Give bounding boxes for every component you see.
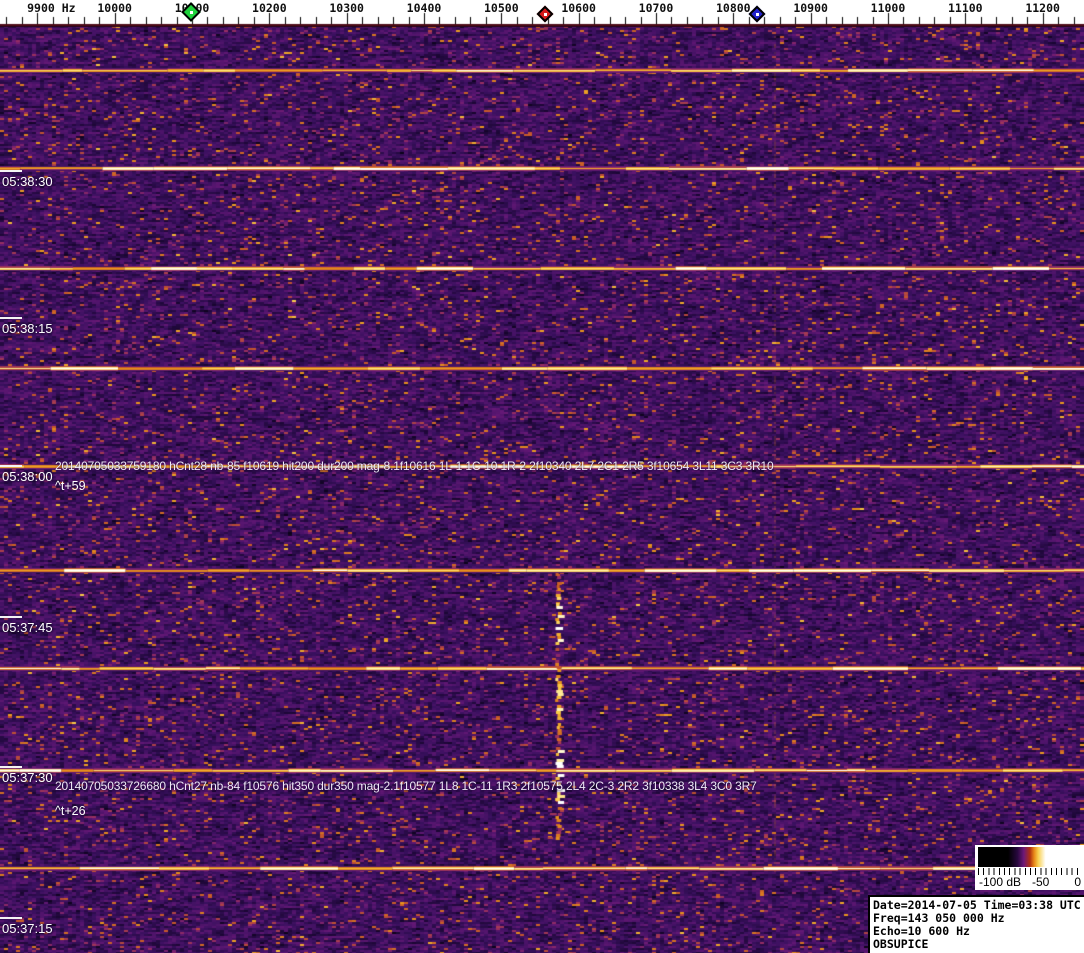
colorbar-mid-label: -50 — [1032, 875, 1050, 889]
colorbar-labels: -100 dB -50 0 — [975, 875, 1084, 889]
info-station-name: OBSUPICE — [873, 937, 929, 951]
freq-tick-label: 10600 — [561, 1, 596, 15]
freq-tick-label: 10400 — [406, 1, 442, 15]
blue-diamond-marker[interactable] — [748, 5, 766, 23]
freq-tick-label: 10300 — [329, 1, 364, 15]
marker-center-dot — [755, 12, 759, 16]
colorbar-max-label: 0 — [1074, 875, 1081, 889]
colorbar-ticks — [978, 868, 1082, 875]
freq-tick-label: 10700 — [638, 1, 674, 15]
colorbar-min-label: -100 dB — [979, 875, 1022, 889]
marker-center-dot — [543, 12, 547, 16]
frequency-axis[interactable]: 9900 Hz100001010010200103001040010500106… — [0, 0, 1084, 26]
freq-tick-label: 9900 Hz — [27, 1, 76, 15]
colorbar-gradient — [978, 847, 1082, 867]
spectrogram-app: 9900 Hz100001010010200103001040010500106… — [0, 0, 1084, 953]
freq-tick-label: 11100 — [947, 1, 983, 15]
marker-center-dot — [189, 10, 193, 14]
red-diamond-marker[interactable] — [536, 5, 554, 23]
freq-tick-label: 10500 — [484, 1, 519, 15]
freq-tick-label: 11200 — [1025, 1, 1060, 15]
freq-tick-label: 10800 — [715, 1, 751, 15]
freq-tick-label: 10200 — [252, 1, 287, 15]
freq-tick-label: 10900 — [793, 1, 828, 15]
freq-tick-label: 10000 — [97, 1, 132, 15]
freq-tick-label: 11000 — [870, 1, 906, 15]
green-diamond-marker[interactable] — [181, 2, 201, 22]
colorbar-legend: -100 dB -50 0 — [975, 845, 1084, 890]
info-box: Date=2014-07-05 Time=03:38 UTC Freq=143 … — [868, 895, 1084, 953]
spectrogram-canvas[interactable] — [0, 26, 1084, 953]
